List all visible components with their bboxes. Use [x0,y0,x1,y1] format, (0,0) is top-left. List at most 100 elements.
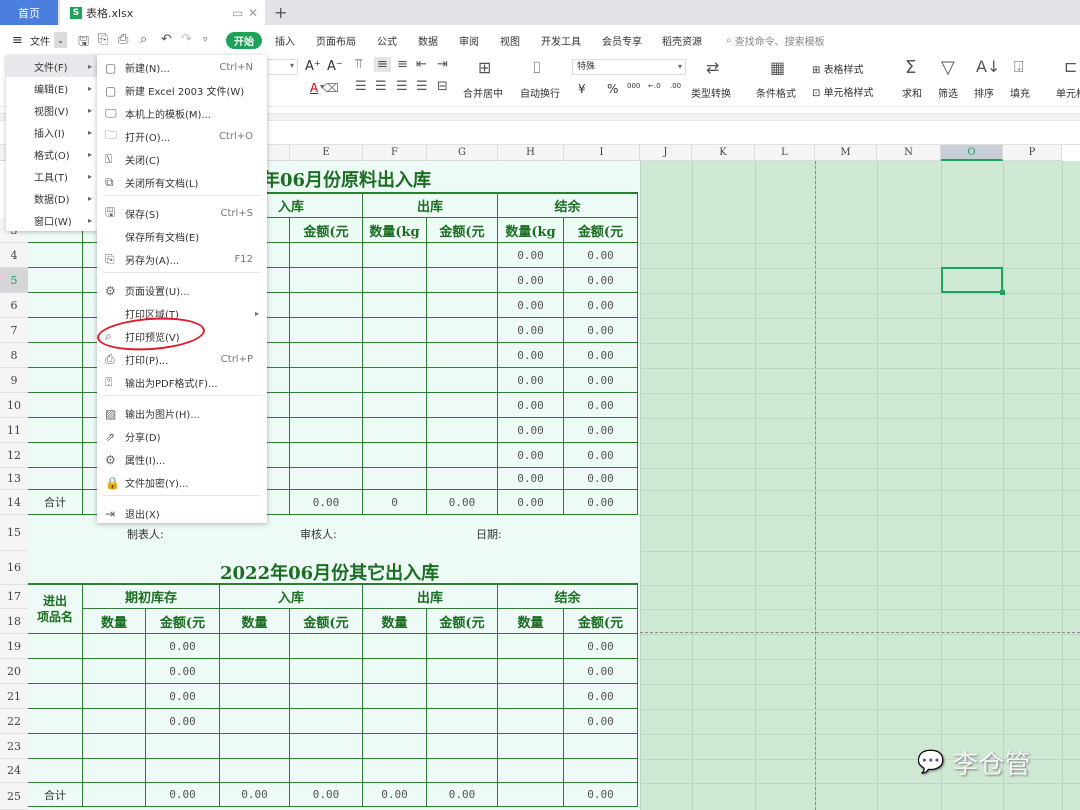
hamburger-icon[interactable]: ≡ [12,25,23,55]
row-header-4[interactable]: 4 [0,243,28,268]
table2-cell[interactable] [146,759,220,783]
table2-cell[interactable] [28,684,83,709]
table-style-button[interactable]: ⊞ 表格样式 [812,61,864,76]
table2-cell[interactable] [83,659,146,684]
table2-cell[interactable] [220,734,290,759]
sort-button[interactable]: 排序 [974,85,994,100]
row-header-13[interactable]: 13 [0,468,28,490]
font-size-input[interactable]: ▾ [268,59,298,75]
file-menu-item[interactable]: ⍂ 关闭(C) [97,148,267,171]
table1-cell[interactable] [290,393,363,418]
merge-center-icon[interactable]: ⊞ [478,58,491,77]
customize-toolbar-icon[interactable]: ▿ [203,35,208,45]
redo-icon[interactable]: ↷ [181,32,192,47]
type-convert-icon[interactable]: ⇄ [706,58,719,77]
table2-cell[interactable] [290,709,363,734]
row-header-6[interactable]: 6 [0,293,28,318]
table2-cell[interactable] [220,684,290,709]
file-menu-item[interactable]: ⚙ 属性(I)... [97,448,267,471]
number-format-select[interactable]: 特殊 ▾ [572,59,686,75]
row-header-5[interactable]: 5 [0,268,28,293]
fill-icon[interactable]: ⍗ [1014,57,1024,77]
table2-cell[interactable] [498,659,564,684]
indent-increase-icon[interactable]: ⇥ [437,57,448,72]
table2-cell[interactable]: 0.00 [564,634,638,659]
table1-cell[interactable] [427,343,498,368]
menu-category-item[interactable]: 格式(O) ▸ [6,143,98,165]
row-header-7[interactable]: 7 [0,318,28,343]
tab-developer[interactable]: 开发工具 [541,25,581,55]
cell-icon[interactable]: ⊏ [1064,57,1077,76]
table1-cell[interactable] [363,418,427,443]
pin-icon[interactable]: ▭ [232,6,243,20]
row-header-22[interactable]: 22 [0,709,28,734]
table2-cell[interactable] [363,734,427,759]
table1-cell[interactable] [28,293,83,318]
thousands-separator-button[interactable]: 000 [627,82,640,90]
table2-cell[interactable] [220,659,290,684]
table1-cell[interactable] [363,268,427,293]
menu-category-item[interactable]: 数据(D) ▸ [6,187,98,209]
row-header-11[interactable]: 11 [0,418,28,443]
table2-cell[interactable] [363,634,427,659]
table1-cell[interactable] [363,318,427,343]
file-menu-item[interactable]: 保存所有文档(E) [97,225,267,248]
table2-cell[interactable]: 0.00 [564,709,638,734]
row-header-10[interactable]: 10 [0,393,28,418]
table1-cell[interactable]: 0.00 [564,393,638,418]
table2-cell[interactable] [498,759,564,783]
table1-cell[interactable]: 0.00 [498,368,564,393]
table2-cell[interactable]: 0.00 [146,659,220,684]
table1-cell[interactable] [363,243,427,268]
file-menu-button[interactable]: 文件 [30,25,50,55]
file-menu-item[interactable]: 🗀 打开(O)... Ctrl+O [97,125,267,148]
table1-cell[interactable] [363,443,427,468]
table1-cell[interactable] [28,343,83,368]
table1-cell[interactable] [28,393,83,418]
col-header-k[interactable]: K [692,145,755,161]
print-preview-icon[interactable]: ⌕ [140,32,147,47]
font-shrink-button[interactable]: A⁻ [327,59,343,74]
table1-cell[interactable] [28,418,83,443]
col-header-j[interactable]: J [640,145,692,161]
row-header-17[interactable]: 17 [0,585,28,609]
menu-category-item[interactable]: 编辑(E) ▸ [6,77,98,99]
tab-docer[interactable]: 稻壳资源 [662,25,702,55]
table1-cell[interactable] [290,418,363,443]
file-menu-item[interactable]: 🖫 保存(S) Ctrl+S [97,202,267,225]
row-header-18[interactable]: 18 [0,609,28,634]
file-menu-item[interactable]: ⎙ 打印(P)... Ctrl+P [97,348,267,371]
table1-cell[interactable]: 0.00 [498,393,564,418]
table2-cell[interactable] [564,759,638,783]
table2-cell[interactable] [83,684,146,709]
table1-cell[interactable] [427,393,498,418]
export-pdf-icon[interactable]: ⎘ [98,32,108,47]
empty-grid-area[interactable] [640,161,1080,810]
file-menu-item[interactable]: ⇗ 分享(D) [97,425,267,448]
table1-cell[interactable]: 0.00 [564,468,638,490]
tab-formulas[interactable]: 公式 [377,25,397,55]
table2-cell[interactable] [220,709,290,734]
tab-view[interactable]: 视图 [500,25,520,55]
table2-cell[interactable] [498,684,564,709]
row-header-19[interactable]: 19 [0,634,28,659]
table2-cell[interactable] [427,709,498,734]
row-header-15[interactable]: 15 [0,515,28,551]
table1-cell[interactable] [28,443,83,468]
row-header-20[interactable]: 20 [0,659,28,684]
table1-cell[interactable] [363,468,427,490]
table2-cell[interactable]: 0.00 [146,634,220,659]
table1-cell[interactable] [363,393,427,418]
table2-cell[interactable] [83,634,146,659]
tab-home[interactable]: 首页 [0,0,58,25]
table1-cell[interactable] [427,268,498,293]
table1-cell[interactable] [28,318,83,343]
wrap-text-button[interactable]: 自动换行 [520,85,560,100]
decrease-decimal-button[interactable]: .00 [670,82,681,90]
fill-button[interactable]: 填充 [1010,85,1030,100]
conditional-format-icon[interactable]: ▦ [770,58,785,77]
table1-cell[interactable]: 0.00 [498,318,564,343]
table2-cell[interactable] [363,684,427,709]
table1-cell[interactable] [28,468,83,490]
table2-cell[interactable] [28,634,83,659]
